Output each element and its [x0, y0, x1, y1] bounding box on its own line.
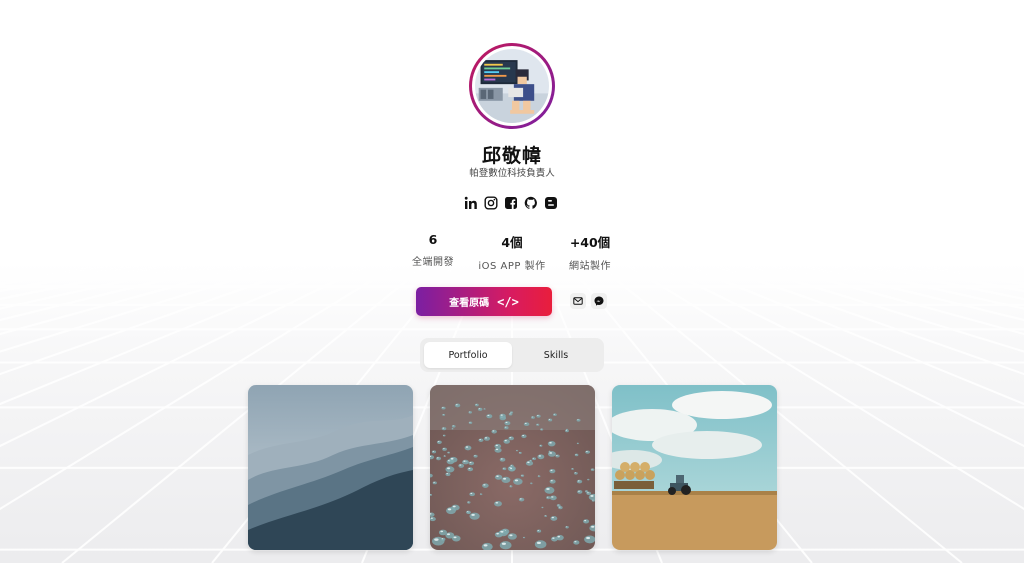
email-button[interactable]: [570, 293, 586, 309]
tab-portfolio[interactable]: Portfolio: [424, 342, 512, 368]
avatar: [469, 43, 555, 129]
facebook-icon[interactable]: [504, 196, 518, 210]
tab-bar: Portfolio Skills: [420, 338, 604, 372]
stat-fullstack: 6 全端開發: [388, 232, 478, 268]
stat-ios-app: 4個 iOS APP 製作: [467, 232, 557, 272]
stat-label: 全端開發: [412, 257, 454, 268]
stat-value: +40個: [569, 235, 611, 250]
water-droplets-image: [430, 385, 595, 550]
stat-websites: +40個 網站製作: [545, 232, 635, 272]
linkedin-icon[interactable]: [464, 196, 478, 210]
stat-label: 網站製作: [569, 261, 611, 272]
stat-label: iOS APP 製作: [478, 261, 546, 272]
blogger-icon[interactable]: [544, 196, 558, 210]
github-icon[interactable]: [524, 196, 538, 210]
field-tractor-image: [612, 385, 777, 550]
code-icon: </>: [497, 294, 519, 309]
messenger-button[interactable]: [591, 293, 607, 309]
profile-subtitle: 帕登數位科技負責人: [469, 168, 555, 179]
profile-page: 邱敬幃 帕登數位科技負責人 6 全端開發 4個 iOS APP 製作 +40個 …: [0, 0, 1024, 563]
envelope-icon: [573, 297, 583, 305]
stat-value: 4個: [501, 235, 523, 250]
misty-mountains-image: [248, 385, 413, 550]
view-source-label: 查看原碼: [449, 298, 490, 309]
stat-value: 6: [428, 232, 438, 247]
avatar-pixel-art: [475, 49, 549, 123]
messenger-icon: [594, 296, 604, 306]
portfolio-card-droplets[interactable]: [430, 385, 595, 550]
portfolio-card-mountains[interactable]: [248, 385, 413, 550]
tab-skills[interactable]: Skills: [512, 342, 600, 368]
profile-name: 邱敬幃: [481, 145, 542, 167]
instagram-icon[interactable]: [484, 196, 498, 210]
social-links: [464, 196, 558, 210]
view-source-button[interactable]: 查看原碼 </>: [416, 287, 552, 316]
portfolio-card-field[interactable]: [612, 385, 777, 550]
